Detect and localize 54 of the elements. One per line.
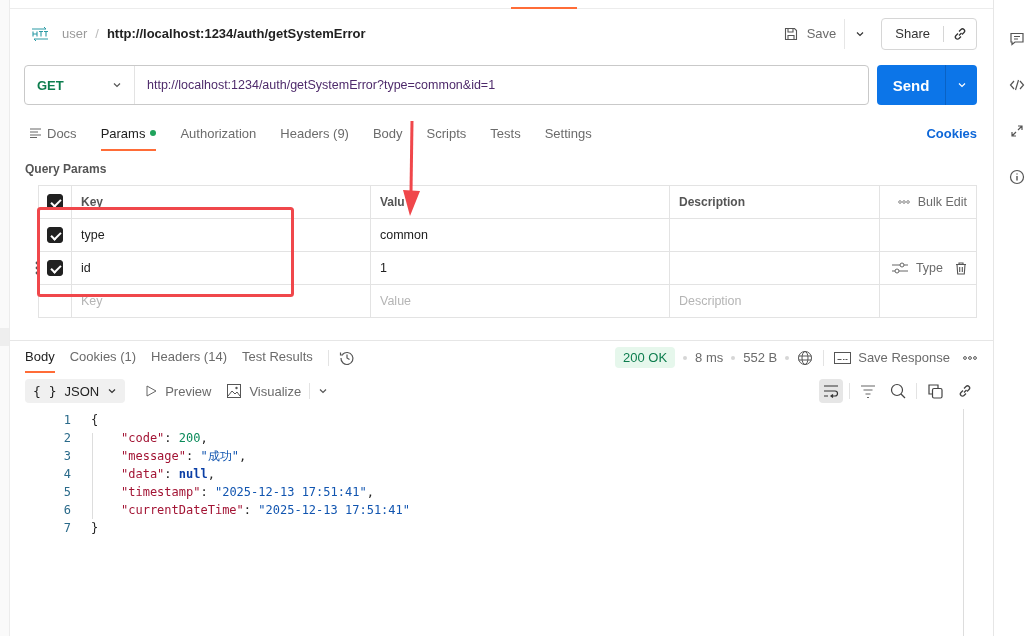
save-response-button[interactable]: Save Response — [834, 350, 950, 365]
section-title: Query Params — [25, 161, 108, 178]
response-tab[interactable]: Body — [25, 342, 55, 373]
column-header: Key — [81, 195, 103, 209]
request-tab[interactable]: Authorization — [180, 117, 257, 151]
line-number: 1 — [62, 412, 71, 429]
status-badge: 200 OK — [614, 347, 676, 368]
line-number: 3 — [62, 448, 71, 465]
column-header: Description — [679, 195, 745, 209]
line-number: 6 — [62, 502, 71, 519]
code-line: } — [91, 521, 99, 535]
value-field[interactable]: Value — [380, 294, 660, 308]
request-tab[interactable]: Params — [100, 117, 157, 151]
request-tab[interactable]: Tests — [490, 117, 521, 151]
request-tab[interactable]: Docs — [30, 117, 77, 151]
code-line: "timestamp": "2025-12-13 17:51:41", — [121, 485, 374, 499]
response-time: 8 ms — [695, 350, 724, 365]
type-button[interactable]: Type — [891, 261, 943, 275]
preview-button[interactable]: Preview — [145, 383, 212, 399]
param-key[interactable]: type — [81, 228, 105, 242]
line-number: 4 — [62, 466, 71, 483]
request-tab[interactable]: Scripts — [426, 117, 467, 151]
cookies-link[interactable]: Cookies — [926, 125, 977, 141]
code-line: "currentDateTime": "2025-12-13 17:51:41" — [121, 503, 410, 517]
response-tab[interactable]: Test Results — [242, 342, 313, 373]
key-field[interactable]: Key — [81, 294, 361, 308]
line-number: 2 — [62, 430, 71, 447]
url-text: http://localhost:1234/auth/getSystemError?type=common&id=1 — [146, 78, 497, 92]
breadcrumb-separator: / — [95, 26, 99, 41]
request-name: http://localhost:1234/auth/getSystemError — [106, 26, 366, 41]
param-value[interactable]: 1 — [380, 261, 387, 275]
response-tab[interactable]: Headers (14) — [151, 342, 227, 373]
code-line: "message": "成功", — [121, 449, 247, 463]
response-tab[interactable]: Cookies (1) — [69, 342, 137, 373]
braces-icon: { } — [33, 383, 57, 399]
param-value[interactable]: common — [380, 228, 428, 242]
visualize-button[interactable]: Visualize — [227, 383, 302, 399]
bulk-edit-button[interactable]: Bulk Edit — [897, 195, 967, 209]
save-button[interactable]: Save — [774, 18, 846, 49]
method-dropdown[interactable]: GET — [25, 66, 135, 104]
code-line: "data": null, — [121, 467, 215, 481]
code-line: { — [91, 413, 99, 427]
request-tab[interactable]: Headers (9) — [280, 117, 349, 151]
description-field[interactable]: Description — [679, 294, 870, 308]
response-size: 552 B — [743, 350, 778, 365]
line-number: 5 — [62, 484, 71, 501]
line-number: 7 — [62, 520, 71, 537]
format-dropdown[interactable]: { } JSON — [25, 379, 126, 403]
column-header: Valu — [380, 195, 405, 209]
code-line: "code": 200, — [121, 431, 208, 445]
request-tab[interactable]: Settings — [544, 117, 592, 151]
param-key[interactable]: id — [81, 261, 91, 275]
url-field[interactable]: GET http://localhost:1234/auth/getSystemError?type=common&id=1 — [24, 65, 869, 105]
request-tab[interactable]: Body — [372, 117, 403, 151]
